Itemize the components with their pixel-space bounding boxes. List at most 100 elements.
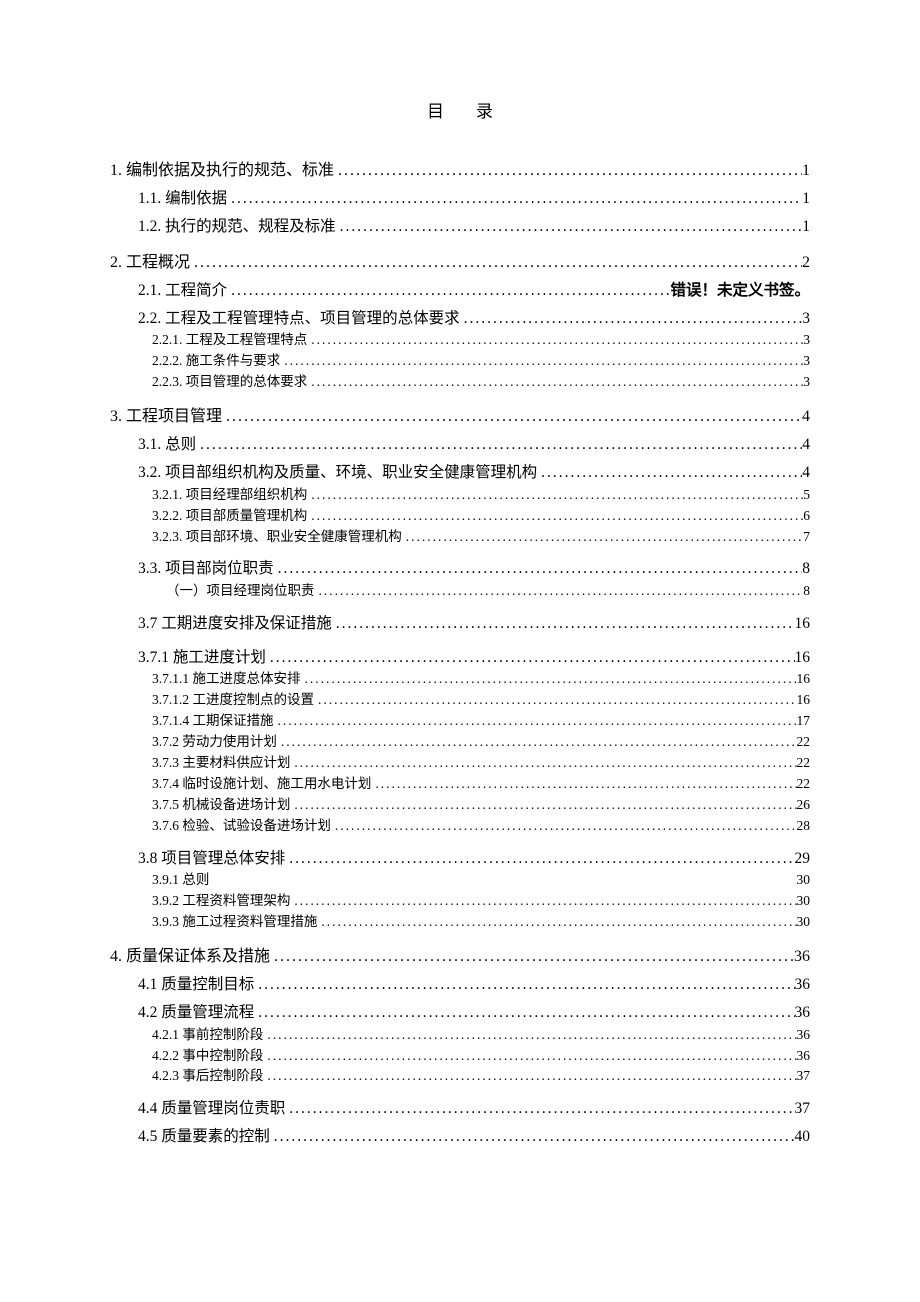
- toc-page-number: 30: [797, 871, 811, 890]
- toc-entry[interactable]: 3.7.2 劳动力使用计划 22: [152, 733, 810, 752]
- toc-leader-dots: [301, 670, 797, 689]
- toc-entry[interactable]: 3.7.6 检验、试验设备进场计划28: [152, 817, 810, 836]
- toc-entry[interactable]: 4. 质量保证体系及措施36: [110, 946, 810, 968]
- toc-entry[interactable]: （一）项目经理岗位职责8: [166, 582, 810, 601]
- toc-entry[interactable]: 1.1. 编制依据 1: [138, 188, 810, 210]
- toc-leader-dots: [307, 507, 803, 526]
- toc-leader-dots: [263, 1047, 796, 1066]
- toc-title: 目录: [110, 100, 810, 124]
- toc-entry[interactable]: 4.2.3 事后控制阶段37: [152, 1067, 810, 1086]
- toc-leader-dots: [317, 913, 796, 932]
- toc-page-number: 36: [795, 974, 811, 996]
- toc-entry[interactable]: 4.2 质量管理流程36: [138, 1002, 810, 1024]
- toc-entry-label: 3.7.1 施工进度计划: [138, 647, 266, 669]
- toc-page-number: 6: [803, 507, 810, 526]
- toc-entry[interactable]: 3.9.2 工程资料管理架构 30: [152, 892, 810, 911]
- document-page: 目录 1. 编制依据及执行的规范、标准1 1.1. 编制依据 1 1.2. 执行的规范…: [0, 0, 920, 1240]
- toc-entry[interactable]: 3.9.3 施工过程资料管理措施30: [152, 913, 810, 932]
- toc-leader-dots: [307, 331, 803, 350]
- toc-entry-label: 1.1. 编制依据: [138, 188, 227, 210]
- toc-entry[interactable]: 2.2. 工程及工程管理特点、项目管理的总体要求 3: [138, 308, 810, 330]
- toc-entry[interactable]: 3. 工程项目管理4: [110, 406, 810, 428]
- toc-page-number: 29: [795, 848, 811, 870]
- toc-entry-label: 2.1. 工程简介: [138, 280, 227, 302]
- toc-entry-label: 3.7.1.2 工进度控制点的设置: [152, 691, 314, 710]
- toc-entry-label: 4.2.2 事中控制阶段: [152, 1047, 263, 1066]
- toc-page-number: 30: [797, 892, 811, 911]
- toc-entry[interactable]: 3.7.1.2 工进度控制点的设置16: [152, 691, 810, 710]
- toc-entry[interactable]: 3.7.5 机械设备进场计划26: [152, 796, 810, 815]
- toc-page-number: 26: [797, 796, 811, 815]
- toc-entry[interactable]: 1.2. 执行的规范、规程及标准1: [138, 216, 810, 238]
- toc-page-number: 4: [802, 462, 810, 484]
- toc-entry[interactable]: 4.5 质量要素的控制 40: [138, 1126, 810, 1148]
- toc-page-number: 28: [797, 817, 811, 836]
- toc-entry[interactable]: 4.2.2 事中控制阶段36: [152, 1047, 810, 1066]
- toc-leader-dots: [402, 528, 804, 547]
- toc-leader-dots: [537, 462, 802, 484]
- toc-entry-label: 2.2.2. 施工条件与要求: [152, 352, 280, 371]
- toc-entry[interactable]: 3.2.3. 项目部环境、职业安全健康管理机构7: [152, 528, 810, 547]
- toc-entry[interactable]: 3.2. 项目部组织机构及质量、环境、职业安全健康管理机构4: [138, 462, 810, 484]
- toc-entry-label: 4.5 质量要素的控制: [138, 1126, 270, 1148]
- toc-entry-label: （一）项目经理岗位职责: [166, 582, 315, 601]
- toc-entry[interactable]: 3.7.1 施工进度计划16: [138, 647, 810, 669]
- toc-page-number: 3: [803, 331, 810, 350]
- toc-entry[interactable]: 3.7.4 临时设施计划、施工用水电计划22: [152, 775, 810, 794]
- toc-entry-label: 3.7.1.1 施工进度总体安排: [152, 670, 301, 689]
- toc-page-number: 4: [802, 406, 810, 428]
- toc-leader-dots: [277, 733, 797, 752]
- toc-entry[interactable]: 2.1. 工程简介 错误！未定义书签。: [138, 280, 810, 302]
- toc-leader-dots: [270, 946, 794, 968]
- toc-leader-dots: [222, 406, 802, 428]
- toc-entry-label: 2. 工程概况: [110, 252, 190, 274]
- toc-entry-label: 4.4 质量管理岗位责职: [138, 1098, 285, 1120]
- toc-entry[interactable]: 2. 工程概况2: [110, 252, 810, 274]
- toc-entry[interactable]: 3.7.1.1 施工进度总体安排16: [152, 670, 810, 689]
- toc-leader-dots: [285, 1098, 794, 1120]
- toc-entry[interactable]: 3.7.3 主要材料供应计划22: [152, 754, 810, 773]
- toc-entry-label: 3.7 工期进度安排及保证措施: [138, 613, 332, 635]
- toc-entry[interactable]: 4.4 质量管理岗位责职37: [138, 1098, 810, 1120]
- toc-entry[interactable]: 3.8 项目管理总体安排29: [138, 848, 810, 870]
- toc-entry-label: 2.2.3. 项目管理的总体要求: [152, 373, 307, 392]
- toc-page-number: 3: [803, 352, 810, 371]
- toc-leader-dots: [274, 558, 803, 580]
- toc-entry-label: 2.2. 工程及工程管理特点、项目管理的总体要求: [138, 308, 460, 330]
- toc-leader-dots: [263, 1026, 796, 1045]
- toc-leader-dots: [274, 712, 797, 731]
- toc-entry[interactable]: 3.7.1.4 工期保证措施17: [152, 712, 810, 731]
- toc-page-number: 4: [802, 434, 810, 456]
- toc-page-number: 1: [802, 188, 810, 210]
- toc-entry[interactable]: 3.9.1 总则 30: [152, 871, 810, 890]
- toc-page-number: 22: [797, 733, 811, 752]
- toc-page-number: 错误！未定义书签。: [670, 280, 810, 302]
- toc-entry[interactable]: 3.1. 总则4: [138, 434, 810, 456]
- toc-entry[interactable]: 3.3. 项目部岗位职责8: [138, 558, 810, 580]
- toc-entry[interactable]: 3.7 工期进度安排及保证措施 16: [138, 613, 810, 635]
- toc-leader-dots: [227, 280, 670, 302]
- toc-entry[interactable]: 1. 编制依据及执行的规范、标准1: [110, 160, 810, 182]
- toc-page-number: 40: [795, 1126, 811, 1148]
- toc-page-number: 3: [802, 308, 810, 330]
- toc-entry[interactable]: 4.1 质量控制目标 36: [138, 974, 810, 996]
- toc-entry-label: 3.9.2 工程资料管理架构: [152, 892, 290, 911]
- toc-entry-label: 4.1 质量控制目标: [138, 974, 254, 996]
- toc-page-number: 22: [797, 775, 811, 794]
- toc-leader-dots: [254, 974, 794, 996]
- toc-entry[interactable]: 2.2.2. 施工条件与要求 3: [152, 352, 810, 371]
- toc-page-number: 1: [802, 160, 810, 182]
- toc-leader-dots: [227, 188, 802, 210]
- toc-entry-label: 3.7.2 劳动力使用计划: [152, 733, 277, 752]
- toc-entry-label: 3.9.1 总则: [152, 871, 209, 890]
- toc-leader-dots: [266, 647, 795, 669]
- toc-entry[interactable]: 2.2.1. 工程及工程管理特点3: [152, 331, 810, 350]
- toc-entry[interactable]: 3.2.1. 项目经理部组织机构5: [152, 486, 810, 505]
- toc-entry[interactable]: 2.2.3. 项目管理的总体要求3: [152, 373, 810, 392]
- toc-entry[interactable]: 3.2.2. 项目部质量管理机构6: [152, 507, 810, 526]
- toc-leader-dots: [285, 848, 794, 870]
- toc-leader-dots: [332, 613, 795, 635]
- toc-entry-label: 4. 质量保证体系及措施: [110, 946, 270, 968]
- toc-page-number: 16: [795, 613, 811, 635]
- toc-entry[interactable]: 4.2.1 事前控制阶段36: [152, 1026, 810, 1045]
